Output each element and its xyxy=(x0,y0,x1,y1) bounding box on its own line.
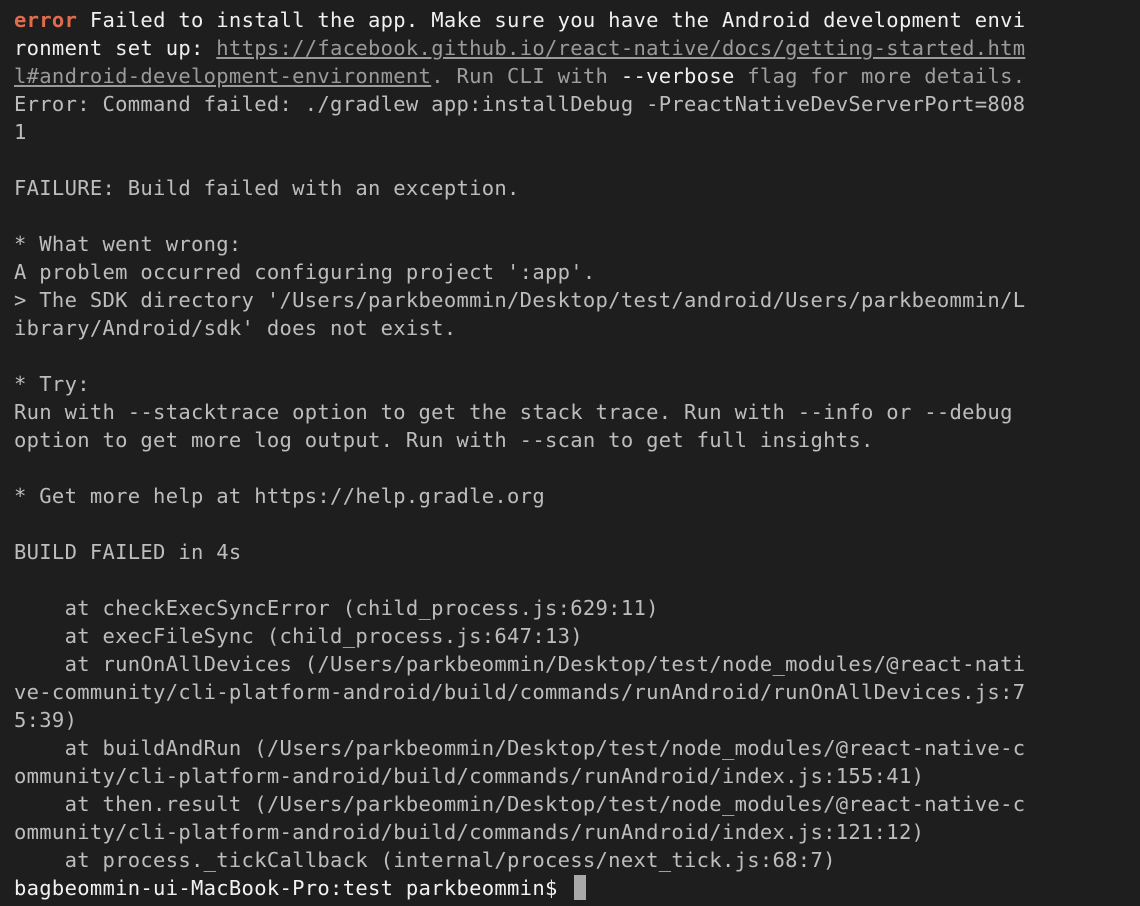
error-line-3: l#android-development-environment. Run C… xyxy=(14,62,1140,90)
error-hint: . Run CLI with xyxy=(431,64,621,88)
text-cursor xyxy=(574,875,587,900)
shell-prompt: bagbeommin-ui-MacBook-Pro:test parkbeomm… xyxy=(14,876,571,900)
docs-link-cont[interactable]: l#android-development-environment xyxy=(14,64,431,88)
error-line-1: error Failed to install the app. Make su… xyxy=(14,6,1140,34)
stack-line: at process._tickCallback (internal/proce… xyxy=(14,848,836,872)
stack-line: ommunity/cli-platform-android/build/comm… xyxy=(14,764,925,788)
help-line: * Get more help at https://help.gradle.o… xyxy=(14,484,545,508)
error-line-2: ronment set up: https://facebook.github.… xyxy=(14,34,1140,62)
error-message: Failed to install the app. Make sure you… xyxy=(77,8,1026,32)
stack-line: at then.result (/Users/parkbeommin/Deskt… xyxy=(14,792,1026,816)
failure-line: FAILURE: Build failed with an exception. xyxy=(14,176,520,200)
error-message-cont: ronment set up: xyxy=(14,36,217,60)
prompt-line[interactable]: bagbeommin-ui-MacBook-Pro:test parkbeomm… xyxy=(14,874,1140,902)
stack-line: ommunity/cli-platform-android/build/comm… xyxy=(14,820,925,844)
try-line-2: option to get more log output. Run with … xyxy=(14,428,874,452)
stack-line: at checkExecSyncError (child_process.js:… xyxy=(14,596,659,620)
stack-line: at execFileSync (child_process.js:647:13… xyxy=(14,624,583,648)
build-failed-line: BUILD FAILED in 4s xyxy=(14,540,242,564)
error-label: error xyxy=(14,8,78,32)
stack-line: at buildAndRun (/Users/parkbeommin/Deskt… xyxy=(14,736,1026,760)
terminal-output[interactable]: error Failed to install the app. Make su… xyxy=(14,6,1140,902)
verbose-flag: --verbose xyxy=(620,64,735,88)
command-line-1: Error: Command failed: ./gradlew app:ins… xyxy=(14,92,1026,116)
what-went-wrong-heading: * What went wrong: xyxy=(14,232,242,256)
stack-line: at runOnAllDevices (/Users/parkbeommin/D… xyxy=(14,652,1026,676)
docs-link[interactable]: https://facebook.github.io/react-native/… xyxy=(216,36,1025,60)
what-went-wrong-line-1: A problem occurred configuring project '… xyxy=(14,260,596,284)
try-line-1: Run with --stacktrace option to get the … xyxy=(14,400,1013,424)
what-went-wrong-line-2: > The SDK directory '/Users/parkbeommin/… xyxy=(14,288,1026,312)
try-heading: * Try: xyxy=(14,372,90,396)
error-hint-tail: flag for more details. xyxy=(734,64,1026,88)
stack-line: 5:39) xyxy=(14,708,78,732)
what-went-wrong-line-3: ibrary/Android/sdk' does not exist. xyxy=(14,316,457,340)
command-line-2: 1 xyxy=(14,120,27,144)
stack-line: ve-community/cli-platform-android/build/… xyxy=(14,680,1026,704)
